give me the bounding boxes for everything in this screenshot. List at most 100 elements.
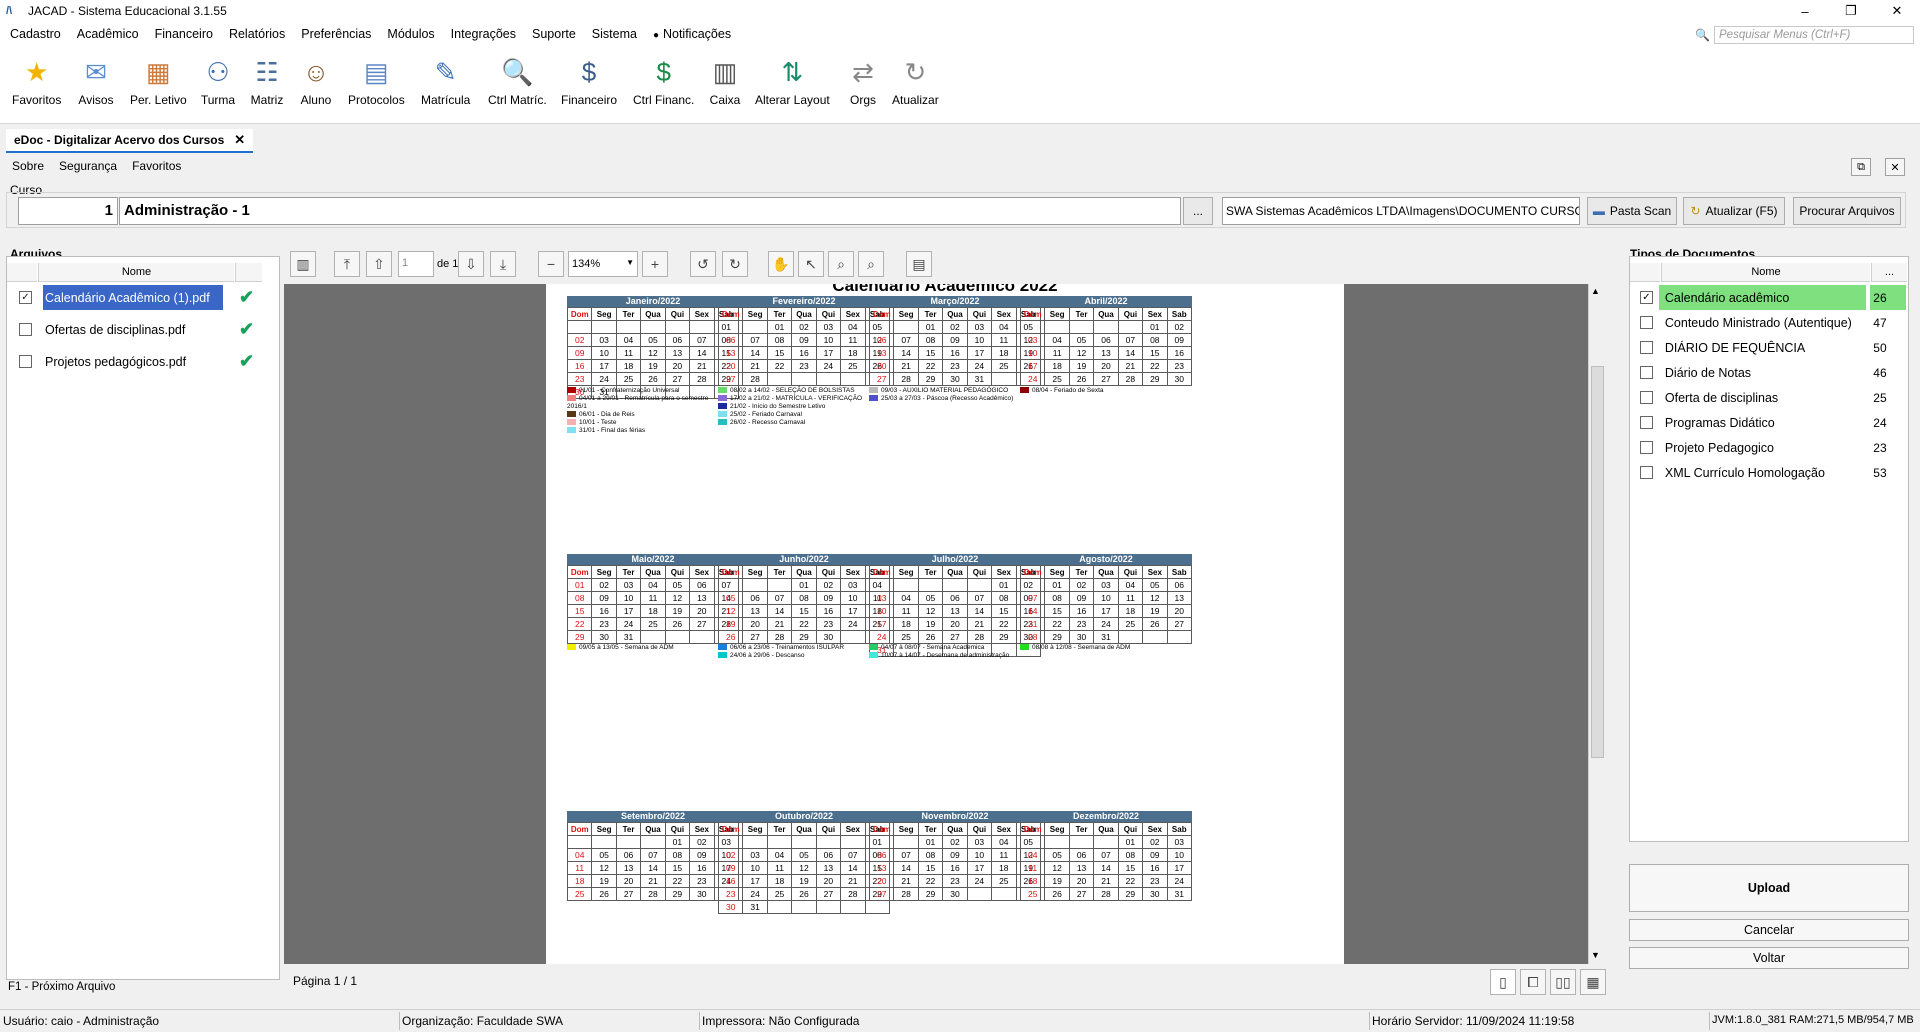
- per-letivo-button[interactable]: ▦ Per. Letivo: [130, 54, 187, 108]
- protocolos-button[interactable]: ▤ Protocolos: [348, 54, 405, 108]
- rotate-right-icon[interactable]: ↻: [722, 251, 748, 277]
- scroll-down-icon[interactable]: ▼: [1591, 950, 1600, 960]
- path-field[interactable]: SWA Sistemas Acadêmicos LTDA\Imagens\DOC…: [1222, 197, 1580, 225]
- tipos-more-header[interactable]: ...: [1871, 263, 1907, 282]
- matriz-button[interactable]: ☷ Matriz: [249, 54, 285, 108]
- voltar-button[interactable]: Voltar: [1629, 947, 1909, 969]
- file-name[interactable]: Projetos pedagógicos.pdf: [43, 349, 223, 374]
- submenu-sobre[interactable]: Sobre: [12, 159, 44, 173]
- menu-modulos[interactable]: Módulos: [387, 27, 434, 41]
- tipos-name-header[interactable]: Nome: [1661, 263, 1870, 282]
- zoom-select[interactable]: 134% ▼: [568, 251, 638, 277]
- tab-edoc[interactable]: eDoc - Digitalizar Acervo dos Cursos ✕: [6, 129, 254, 153]
- dynamic-zoom-icon[interactable]: ⌕: [858, 251, 884, 277]
- curso-code-field[interactable]: 1: [18, 197, 118, 225]
- minimize-button[interactable]: –: [1782, 0, 1828, 22]
- search-input[interactable]: Pesquisar Menus (Ctrl+F): [1714, 26, 1914, 44]
- avisos-button[interactable]: ✉ Avisos: [78, 54, 114, 108]
- menu-preferencias[interactable]: Preferências: [301, 27, 371, 41]
- tipo-checkbox[interactable]: [1640, 366, 1653, 379]
- matricula-button[interactable]: ✎ Matrícula: [421, 54, 470, 108]
- file-checkbox[interactable]: [19, 323, 32, 336]
- tipo-checkbox[interactable]: [1640, 416, 1653, 429]
- zoom-marquee-icon[interactable]: ⌕: [828, 251, 854, 277]
- tipo-row[interactable]: Conteudo Ministrado (Autentique) 47: [1632, 310, 1906, 335]
- continuous-page-icon[interactable]: ⧠: [1520, 969, 1546, 995]
- sidebar-toggle-icon[interactable]: ▥: [290, 251, 316, 277]
- ctrl-matric-button[interactable]: 🔍 Ctrl Matríc.: [488, 54, 547, 108]
- tipo-checkbox[interactable]: [1640, 391, 1653, 404]
- file-checkbox[interactable]: [19, 355, 32, 368]
- menu-academico[interactable]: Acadêmico: [77, 27, 139, 41]
- menu-cadastro[interactable]: Cadastro: [10, 27, 61, 41]
- pdf-viewer[interactable]: Calendário Acadêmico 2022 Janeiro/2022 Do…: [284, 284, 1588, 964]
- document-properties-icon[interactable]: ▤: [906, 251, 932, 277]
- favoritos-button[interactable]: ★ Favoritos: [12, 54, 61, 108]
- tipo-checkbox[interactable]: [1640, 466, 1653, 479]
- maximize-button[interactable]: ❐: [1828, 0, 1874, 22]
- turma-button[interactable]: ⚇ Turma: [200, 54, 236, 108]
- file-row[interactable]: ✓ Calendário Acadêmico (1).pdf ✔: [11, 283, 265, 312]
- facing-page-icon[interactable]: ▯▯: [1550, 969, 1576, 995]
- select-tool-icon[interactable]: ↖: [798, 251, 824, 277]
- submenu-seguranca[interactable]: Segurança: [59, 159, 117, 173]
- curso-browse-button[interactable]: ...: [1183, 197, 1213, 225]
- tipo-row[interactable]: DIÁRIO DE FEQUÊNCIA 50: [1632, 335, 1906, 360]
- first-page-icon[interactable]: ⤒: [334, 251, 360, 277]
- menu-financeiro[interactable]: Financeiro: [155, 27, 213, 41]
- single-page-icon[interactable]: ▯: [1490, 969, 1516, 995]
- alterar-layout-button[interactable]: ⇅ Alterar Layout: [755, 54, 830, 108]
- tipo-checkbox[interactable]: [1640, 341, 1653, 354]
- procurar-arquivos-button[interactable]: Procurar Arquivos: [1793, 197, 1901, 225]
- menu-suporte[interactable]: Suporte: [532, 27, 576, 41]
- next-page-icon[interactable]: ⇩: [458, 251, 484, 277]
- tipo-row[interactable]: Oferta de disciplinas 25: [1632, 385, 1906, 410]
- menu-integracoes[interactable]: Integrações: [451, 27, 516, 41]
- close-module-icon[interactable]: ✕: [1885, 158, 1905, 176]
- last-page-icon[interactable]: ⤓: [490, 251, 516, 277]
- zoom-in-icon[interactable]: +: [642, 251, 668, 277]
- detach-window-icon[interactable]: ⧉: [1851, 158, 1871, 176]
- zoom-out-icon[interactable]: −: [538, 251, 564, 277]
- refresh-icon: ↻: [904, 56, 927, 87]
- viewer-scrollbar[interactable]: ▲ ▼: [1588, 284, 1605, 964]
- menu-relatorios[interactable]: Relatórios: [229, 27, 285, 41]
- orgs-button[interactable]: ⇄ Orgs: [845, 54, 881, 108]
- scroll-up-icon[interactable]: ▲: [1591, 286, 1600, 296]
- tipo-row[interactable]: Projeto Pedagogico 23: [1632, 435, 1906, 460]
- file-row[interactable]: Projetos pedagógicos.pdf ✔: [11, 347, 265, 376]
- file-row[interactable]: Ofertas de disciplinas.pdf ✔: [11, 315, 265, 344]
- aluno-button[interactable]: ☺ Aluno: [298, 54, 334, 108]
- prev-page-icon[interactable]: ⇧: [366, 251, 392, 277]
- submenu-favoritos[interactable]: Favoritos: [132, 159, 181, 173]
- pasta-scan-button[interactable]: ▬ Pasta Scan: [1587, 197, 1677, 225]
- curso-name-field[interactable]: Administração - 1: [119, 197, 1181, 225]
- tipo-checkbox[interactable]: [1640, 316, 1653, 329]
- tipo-row[interactable]: Diário de Notas 46: [1632, 360, 1906, 385]
- arquivos-name-header[interactable]: Nome: [38, 263, 234, 282]
- file-name[interactable]: Calendário Acadêmico (1).pdf: [43, 285, 223, 310]
- atualizar-button[interactable]: ↻ Atualizar: [892, 54, 939, 108]
- tipo-row[interactable]: XML Currículo Homologação 53: [1632, 460, 1906, 485]
- page-number-input[interactable]: 1: [398, 251, 434, 277]
- atualizar-f5-button[interactable]: ↻ Atualizar (F5): [1683, 197, 1785, 225]
- cancelar-button[interactable]: Cancelar: [1629, 919, 1909, 941]
- menu-sistema[interactable]: Sistema: [592, 27, 637, 41]
- file-checkbox[interactable]: ✓: [19, 291, 32, 304]
- caixa-button[interactable]: ▥ Caixa: [707, 54, 743, 108]
- notifications-menu[interactable]: ● Notificações: [653, 27, 731, 41]
- close-tab-icon[interactable]: ✕: [234, 132, 245, 148]
- close-window-button[interactable]: ✕: [1874, 0, 1920, 22]
- file-name[interactable]: Ofertas de disciplinas.pdf: [43, 317, 223, 342]
- rotate-left-icon[interactable]: ↺: [690, 251, 716, 277]
- hand-tool-icon[interactable]: ✋: [768, 251, 794, 277]
- grid-page-icon[interactable]: ▦: [1580, 969, 1606, 995]
- tipo-row[interactable]: Programas Didático 24: [1632, 410, 1906, 435]
- financeiro-button[interactable]: $ Financeiro: [561, 54, 617, 108]
- tipo-checkbox[interactable]: [1640, 441, 1653, 454]
- tipo-checkbox[interactable]: ✓: [1640, 291, 1653, 304]
- tipo-row[interactable]: ✓ Calendário acadêmico 26: [1632, 285, 1906, 310]
- upload-button[interactable]: Upload: [1629, 864, 1909, 912]
- scroll-thumb[interactable]: [1591, 366, 1604, 758]
- ctrl-financ-button[interactable]: $ Ctrl Financ.: [633, 54, 694, 108]
